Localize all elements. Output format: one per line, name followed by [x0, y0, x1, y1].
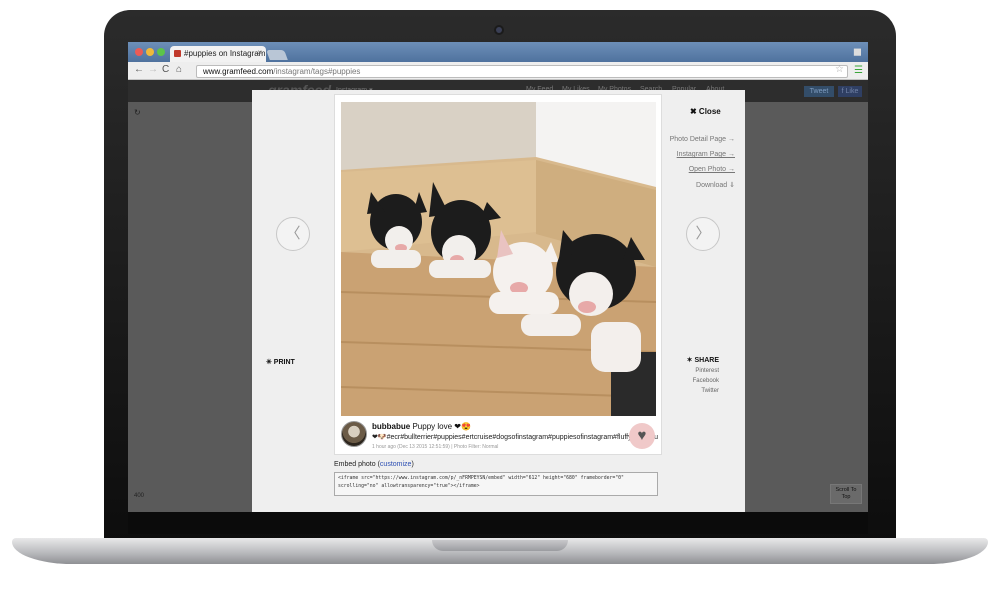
print-button[interactable]: ✳ PRINT — [266, 358, 295, 366]
zoom-window-icon[interactable] — [157, 48, 165, 56]
gramfeed-favicon-icon — [174, 50, 181, 57]
photo-lightbox: 〈 〉 ✳ PRINT ✖ Close Photo Detail Page → … — [252, 90, 745, 512]
photo-count: 400 — [134, 493, 145, 499]
url-host: www.gramfeed.com — [203, 67, 274, 76]
caption-text: Puppy love ❤😍 — [412, 422, 471, 431]
heart-icon[interactable]: ♥ — [629, 423, 655, 449]
embed-label-suffix: ) — [411, 461, 414, 468]
embed-label-prefix: Embed photo ( — [334, 461, 380, 468]
close-button[interactable]: ✖ Close — [690, 107, 721, 116]
address-bar[interactable]: www.gramfeed.com/instagram/tags#puppies — [196, 65, 848, 78]
scroll-top-label-1: Scroll To — [835, 487, 857, 493]
webcam-icon — [494, 25, 504, 35]
bookmark-star-icon[interactable]: ☆ — [835, 64, 844, 75]
username[interactable]: bubbabue — [372, 422, 410, 431]
photo-detail-page-link[interactable]: Photo Detail Page → — [670, 136, 735, 143]
embed-code-field[interactable]: <iframe src="https://www.instagram.com/p… — [334, 472, 658, 496]
scroll-to-top-button[interactable]: Scroll To Top — [830, 484, 862, 504]
hashtags[interactable]: ❤🐶#ecr#bullterrier#puppies#ertcruise#dog… — [372, 433, 658, 441]
browser-tab-bar: #puppies on Instagram × ◼ — [128, 42, 868, 62]
photo-meta: 1 hour ago (Dec 13 2015 12:51:59) | Phot… — [372, 444, 499, 450]
previous-photo-button[interactable]: 〈 — [276, 217, 310, 251]
download-link[interactable]: Download ⇓ — [670, 181, 735, 189]
url-path: /instagram/tags#puppies — [273, 67, 361, 76]
back-icon[interactable]: ← — [134, 64, 144, 76]
home-icon[interactable]: ⌂ — [176, 64, 182, 76]
share-twitter[interactable]: Twitter — [687, 386, 719, 396]
new-tab-button[interactable] — [266, 50, 288, 60]
photo-links: Photo Detail Page → Instagram Page → Ope… — [670, 136, 735, 197]
share-pinterest[interactable]: Pinterest — [687, 366, 719, 376]
browser-menu-icon[interactable]: ☰ — [854, 65, 863, 76]
screen: #puppies on Instagram × ◼ ← → C ⌂ www.gr… — [128, 42, 868, 512]
instagram-page-link[interactable]: Instagram Page → — [670, 151, 735, 158]
puppies-illustration — [341, 102, 656, 416]
scroll-top-label-2: Top — [841, 494, 851, 500]
minimize-window-icon[interactable] — [146, 48, 154, 56]
close-window-icon[interactable] — [135, 48, 143, 56]
forward-icon[interactable]: → — [148, 64, 158, 76]
browser-tab[interactable]: #puppies on Instagram × — [170, 46, 266, 62]
browser-toolbar: ← → C ⌂ www.gramfeed.com/instagram/tags#… — [128, 62, 868, 80]
embed-label: Embed photo (customize) — [334, 461, 414, 468]
next-photo-button[interactable]: 〉 — [686, 217, 720, 251]
caption: bubbabue Puppy love ❤😍 — [372, 422, 471, 431]
tab-close-icon[interactable]: × — [257, 48, 262, 57]
profile-icon[interactable]: ◼ — [853, 45, 862, 58]
reload-icon[interactable]: C — [162, 64, 169, 76]
facebook-like-button[interactable]: f Like — [838, 86, 862, 97]
puppies-photo[interactable] — [341, 102, 656, 416]
open-photo-link[interactable]: Open Photo → — [670, 166, 735, 173]
share-block: ✶ SHARE Pinterest Facebook Twitter — [687, 356, 719, 396]
tab-title: #puppies on Instagram — [184, 49, 266, 58]
refresh-icon[interactable]: ↻ — [134, 108, 141, 117]
tweet-button[interactable]: Tweet — [804, 86, 834, 97]
gramfeed-page: gramfeed Instagram ▾ My Feed My Likes My… — [128, 80, 868, 512]
user-avatar[interactable] — [341, 421, 367, 447]
screen-bezel — [128, 512, 868, 534]
share-title: ✶ SHARE — [686, 357, 719, 364]
share-facebook[interactable]: Facebook — [687, 376, 719, 386]
laptop-notch — [432, 540, 568, 551]
customize-link[interactable]: customize — [380, 461, 412, 468]
photo-card: bubbabue Puppy love ❤😍 ❤🐶#ecr#bullterrie… — [334, 94, 662, 455]
